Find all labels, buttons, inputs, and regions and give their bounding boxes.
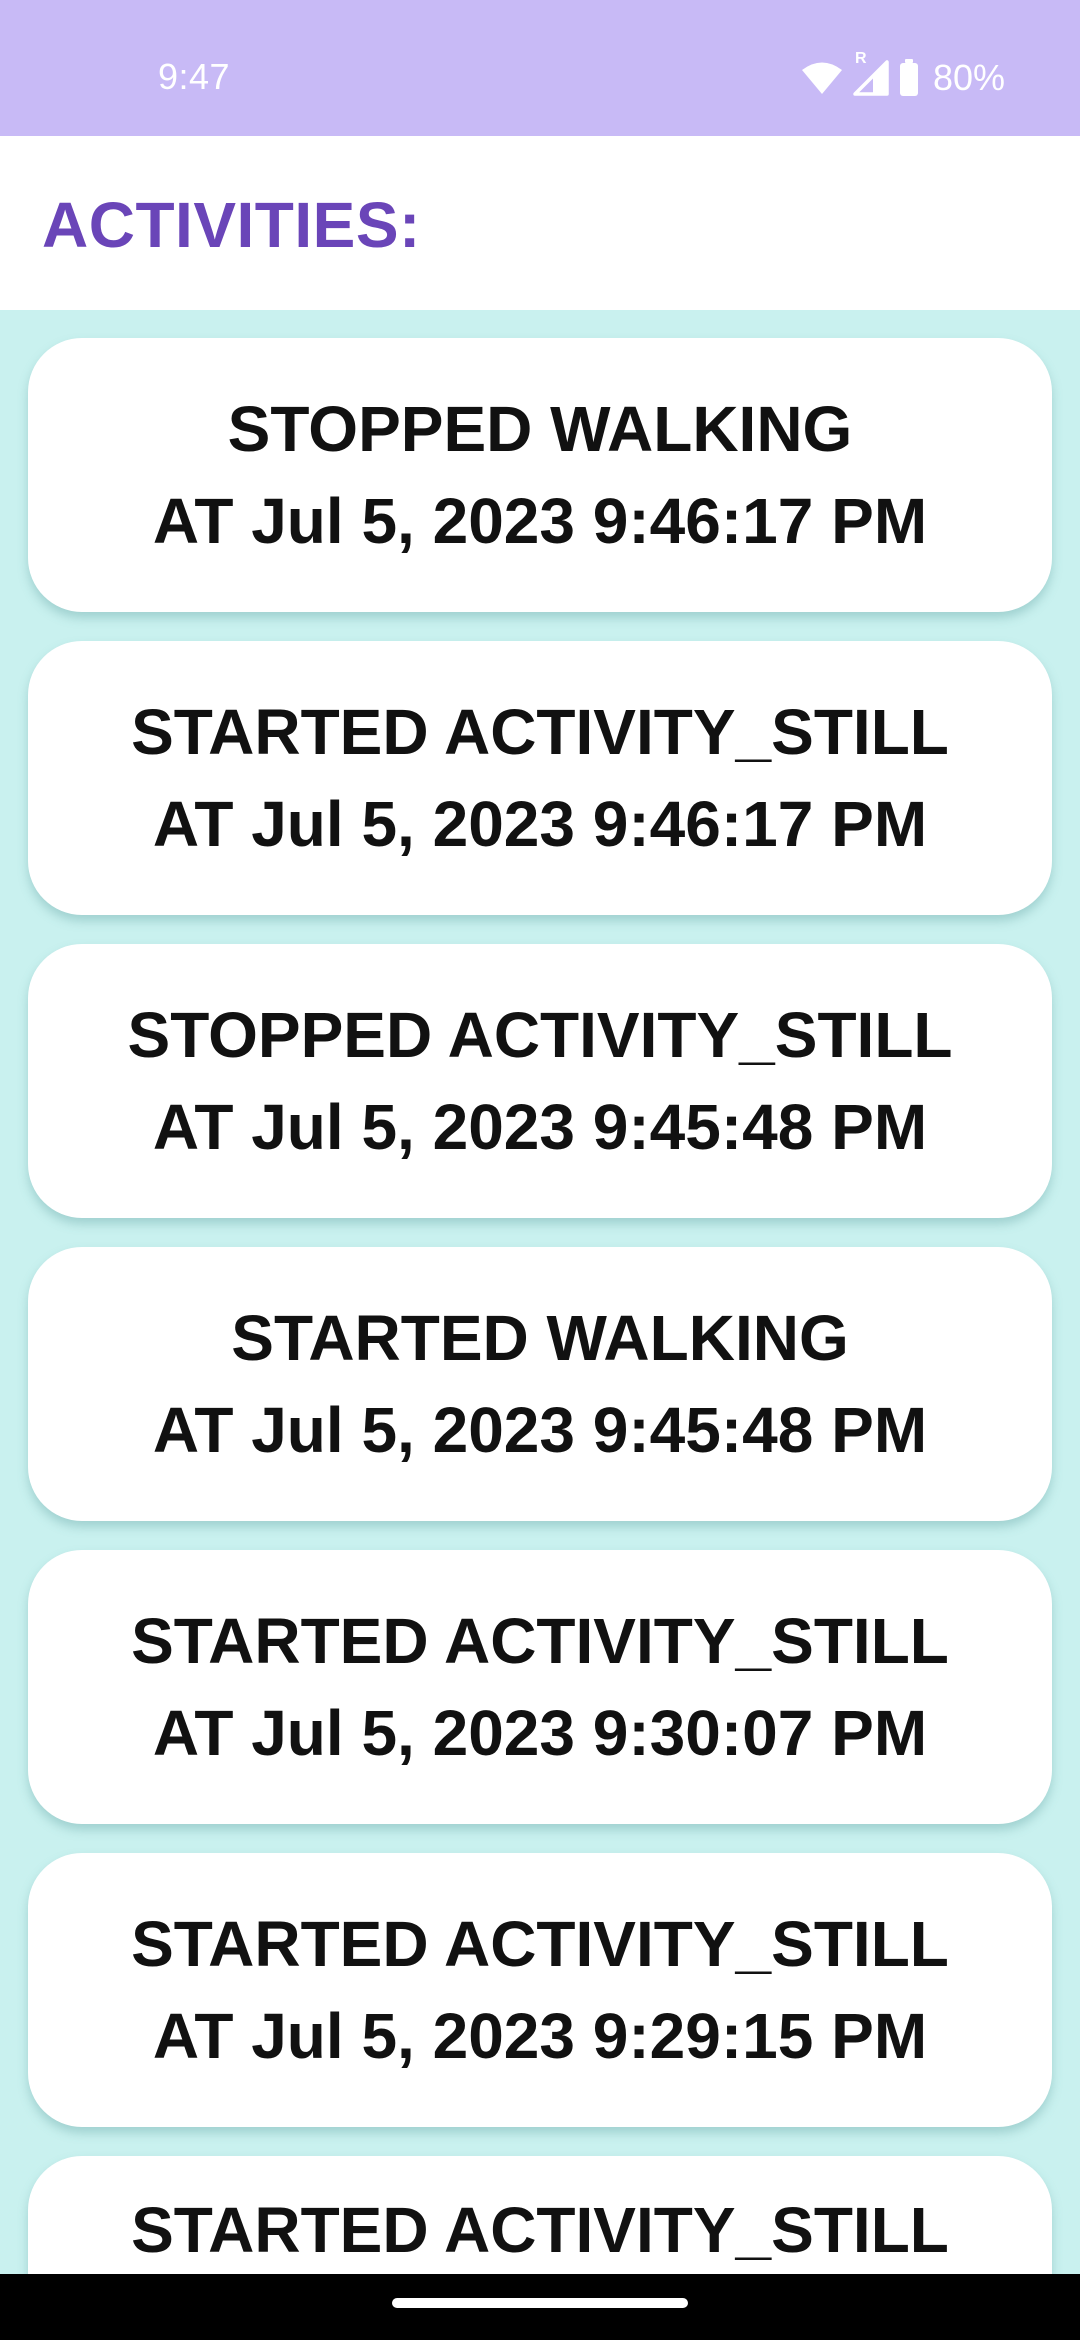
- activity-card[interactable]: STARTED ACTIVITY_STILL AT Jul 5, 2023 9:…: [28, 1550, 1052, 1824]
- activity-event: STOPPED ACTIVITY_STILL: [127, 999, 953, 1071]
- activity-time: AT Jul 5, 2023 9:46:17 PM: [152, 485, 928, 557]
- navigation-bar: [0, 2274, 1080, 2340]
- status-bar: 9:47 R 80%: [0, 0, 1080, 136]
- cell-signal-icon: R: [853, 50, 889, 96]
- activity-time: AT Jul 5, 2023 9:45:48 PM: [152, 1394, 928, 1466]
- activity-card[interactable]: STOPPED ACTIVITY_STILL AT Jul 5, 2023 9:…: [28, 944, 1052, 1218]
- battery-percent: 80%: [932, 57, 1005, 98]
- status-time: 9:47: [158, 56, 231, 97]
- activity-event: STARTED ACTIVITY_STILL: [131, 2194, 949, 2266]
- activity-time: AT Jul 5, 2023 9:46:17 PM: [152, 788, 928, 860]
- activity-card[interactable]: STARTED ACTIVITY_STILL: [28, 2156, 1052, 2274]
- roaming-indicator: R: [854, 50, 867, 67]
- wifi-icon: [801, 61, 843, 95]
- activity-event: STOPPED WALKING: [227, 393, 853, 465]
- activity-event: STARTED WALKING: [231, 1302, 849, 1374]
- status-icons: R 80%: [801, 50, 1005, 98]
- activity-card[interactable]: STARTED WALKING AT Jul 5, 2023 9:45:48 P…: [28, 1247, 1052, 1521]
- activity-time: AT Jul 5, 2023 9:29:15 PM: [152, 2000, 928, 2072]
- activity-event: STARTED ACTIVITY_STILL: [131, 1908, 949, 1980]
- page-header: ACTIVITIES:: [0, 136, 1080, 310]
- activity-event: STARTED ACTIVITY_STILL: [131, 696, 949, 768]
- activity-list[interactable]: STOPPED WALKING AT Jul 5, 2023 9:46:17 P…: [0, 310, 1080, 2274]
- activity-card[interactable]: STARTED ACTIVITY_STILL AT Jul 5, 2023 9:…: [28, 641, 1052, 915]
- page-title: ACTIVITIES:: [42, 189, 421, 261]
- activity-card[interactable]: STOPPED WALKING AT Jul 5, 2023 9:46:17 P…: [28, 338, 1052, 612]
- activity-time: AT Jul 5, 2023 9:30:07 PM: [152, 1697, 928, 1769]
- activity-card[interactable]: STARTED ACTIVITY_STILL AT Jul 5, 2023 9:…: [28, 1853, 1052, 2127]
- activity-time: AT Jul 5, 2023 9:45:48 PM: [152, 1091, 928, 1163]
- activity-event: STARTED ACTIVITY_STILL: [131, 1605, 949, 1677]
- battery-icon: [899, 59, 919, 97]
- home-gesture-handle[interactable]: [392, 2298, 688, 2308]
